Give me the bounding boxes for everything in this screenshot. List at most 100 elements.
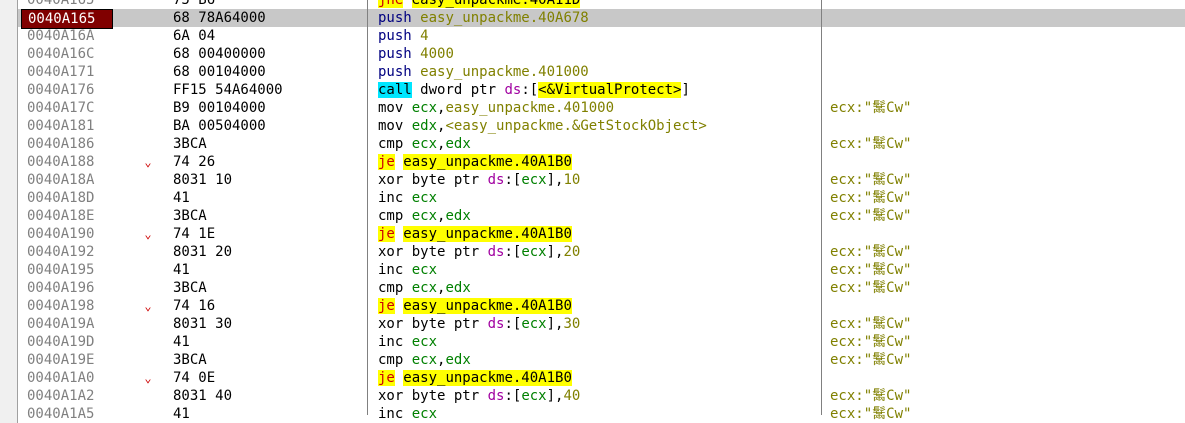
instruction[interactable]: call dword ptr ds:[<&VirtualProtect>] — [378, 81, 690, 99]
address[interactable]: 0040A192 — [21, 243, 113, 261]
breakpoint-gutter[interactable] — [0, 171, 18, 189]
disassembly-row[interactable]: 0040A171 68 00104000 push easy_unpackme.40… — [0, 63, 1185, 81]
disassembly-row[interactable]: 0040A188 ⌄ 74 26 je easy_unpackme.40A1B0 — [0, 153, 1185, 171]
address[interactable]: 0040A18E — [21, 207, 113, 225]
operand-token — [403, 190, 411, 206]
breakpoint-gutter[interactable] — [0, 117, 18, 135]
address[interactable]: 0040A18A — [21, 171, 113, 189]
disassembly-row[interactable]: 0040A190 ⌄ 74 1E je easy_unpackme.40A1B0 — [0, 225, 1185, 243]
breakpoint-gutter[interactable] — [0, 45, 18, 63]
address[interactable]: 0040A188 — [21, 153, 113, 171]
instruction[interactable]: xor byte ptr ds:[ecx],30 — [378, 315, 580, 333]
breakpoint-gutter[interactable] — [0, 315, 18, 333]
breakpoint-gutter[interactable] — [0, 243, 18, 261]
instruction[interactable]: je easy_unpackme.40A1B0 — [378, 153, 572, 171]
breakpoint-gutter[interactable] — [0, 207, 18, 225]
instruction[interactable]: inc ecx — [378, 405, 437, 423]
disassembly-row[interactable]: 0040A1A2 8031 40 xor byte ptr ds:[ecx],40 e… — [0, 387, 1185, 405]
instruction[interactable]: je easy_unpackme.40A1B0 — [378, 225, 572, 243]
disassembly-row[interactable]: 0040A18D 41 inc ecx ecx:"鬗Cw" — [0, 189, 1185, 207]
address[interactable]: 0040A196 — [21, 279, 113, 297]
instruction[interactable]: inc ecx — [378, 261, 437, 279]
disassembly-row[interactable]: 0040A16C 68 00400000 push 4000 — [0, 45, 1185, 63]
address[interactable]: 0040A16A — [21, 27, 113, 45]
address[interactable]: 0040A165 — [21, 9, 113, 29]
disassembly-row[interactable]: 0040A198 ⌄ 74 16 je easy_unpackme.40A1B0 — [0, 297, 1185, 315]
breakpoint-gutter[interactable] — [0, 153, 18, 171]
disassembly-row[interactable]: 0040A17C B9 00104000 mov ecx,easy_unpackme… — [0, 99, 1185, 117]
instruction[interactable]: cmp ecx,edx — [378, 207, 471, 225]
address[interactable]: 0040A19E — [21, 351, 113, 369]
breakpoint-gutter[interactable] — [0, 225, 18, 243]
breakpoint-gutter[interactable] — [0, 261, 18, 279]
address[interactable]: 0040A19D — [21, 333, 113, 351]
disassembly-row[interactable]: 0040A19A 8031 30 xor byte ptr ds:[ecx],30 e… — [0, 315, 1185, 333]
operand-token: ecx — [411, 406, 438, 422]
disassembly-row[interactable]: 0040A18A 8031 10 xor byte ptr ds:[ecx],10 e… — [0, 171, 1185, 189]
instruction[interactable]: je easy_unpackme.40A1B0 — [378, 297, 572, 315]
disassembly-row[interactable]: 0040A19E 3BCA cmp ecx,edx ecx:"鬗Cw" — [0, 351, 1185, 369]
disassembly-row[interactable]: 0040A165 ⌃ 75 B6 jne easy_unpackme.40A11D — [0, 0, 1185, 9]
instruction[interactable]: xor byte ptr ds:[ecx],40 — [378, 387, 580, 405]
address[interactable]: 0040A181 — [21, 117, 113, 135]
instruction[interactable]: push easy_unpackme.40A678 — [378, 9, 589, 27]
address[interactable]: 0040A17C — [21, 99, 113, 117]
address[interactable]: 0040A165 — [21, 0, 113, 9]
instruction[interactable]: jne easy_unpackme.40A11D — [378, 0, 581, 9]
breakpoint-gutter[interactable] — [0, 99, 18, 117]
instruction[interactable]: inc ecx — [378, 333, 437, 351]
breakpoint-gutter[interactable] — [0, 333, 18, 351]
address[interactable]: 0040A198 — [21, 297, 113, 315]
instruction[interactable]: cmp ecx,edx — [378, 351, 471, 369]
operand-token: byte ptr — [411, 388, 488, 404]
disassembly-row[interactable]: 0040A19D 41 inc ecx ecx:"鬗Cw" — [0, 333, 1185, 351]
breakpoint-gutter[interactable] — [0, 387, 18, 405]
instruction[interactable]: push easy_unpackme.401000 — [378, 63, 589, 81]
address[interactable]: 0040A190 — [21, 225, 113, 243]
disassembly-row[interactable]: 0040A18E 3BCA cmp ecx,edx ecx:"鬗Cw" — [0, 207, 1185, 225]
disassembly-row[interactable]: 0040A1A5 41 inc ecx ecx:"鬗Cw" — [0, 405, 1185, 423]
address[interactable]: 0040A18D — [21, 189, 113, 207]
address[interactable]: 0040A1A5 — [21, 405, 113, 423]
breakpoint-gutter[interactable] — [0, 297, 18, 315]
breakpoint-gutter[interactable] — [0, 351, 18, 369]
instruction[interactable]: je easy_unpackme.40A1B0 — [378, 369, 572, 387]
instruction[interactable]: cmp ecx,edx — [378, 135, 471, 153]
breakpoint-gutter[interactable] — [0, 0, 18, 9]
disassembly-row[interactable]: 0040A176 FF15 54A64000 call dword ptr ds:[… — [0, 81, 1185, 99]
address[interactable]: 0040A16C — [21, 45, 113, 63]
instruction[interactable]: push 4000 — [378, 45, 454, 63]
disassembly-row[interactable]: 0040A181 BA 00504000 mov edx,<easy_unpackm… — [0, 117, 1185, 135]
disassembly-row[interactable]: 0040A195 41 inc ecx ecx:"鬗Cw" — [0, 261, 1185, 279]
breakpoint-gutter[interactable] — [0, 189, 18, 207]
breakpoint-gutter[interactable] — [0, 9, 18, 27]
disassembly-row[interactable]: 0040A16A 6A 04 push 4 — [0, 27, 1185, 45]
instruction[interactable]: inc ecx — [378, 189, 437, 207]
address[interactable]: 0040A1A2 — [21, 387, 113, 405]
address[interactable]: 0040A171 — [21, 63, 113, 81]
disassembly-row[interactable]: 0040A186 3BCA cmp ecx,edx ecx:"鬗Cw" — [0, 135, 1185, 153]
disassembly-row[interactable]: 0040A165 68 78A64000 push easy_unpackme.40… — [0, 9, 1185, 29]
breakpoint-gutter[interactable] — [0, 405, 18, 423]
address[interactable]: 0040A1A0 — [21, 369, 113, 387]
breakpoint-gutter[interactable] — [0, 135, 18, 153]
instruction[interactable]: xor byte ptr ds:[ecx],10 — [378, 171, 580, 189]
disassembly-listing[interactable]: 0040A165 ⌃ 75 B6 jne easy_unpackme.40A11D 00… — [0, 0, 1185, 423]
instruction[interactable]: mov ecx,easy_unpackme.401000 — [378, 99, 614, 117]
address[interactable]: 0040A19A — [21, 315, 113, 333]
disassembly-row[interactable]: 0040A196 3BCA cmp ecx,edx ecx:"鬗Cw" — [0, 279, 1185, 297]
address[interactable]: 0040A195 — [21, 261, 113, 279]
instruction[interactable]: mov edx,<easy_unpackme.&GetStockObject> — [378, 117, 707, 135]
instruction[interactable]: cmp ecx,edx — [378, 279, 471, 297]
instruction[interactable]: push 4 — [378, 27, 429, 45]
breakpoint-gutter[interactable] — [0, 369, 18, 387]
breakpoint-gutter[interactable] — [0, 81, 18, 99]
disassembly-row[interactable]: 0040A1A0 ⌄ 74 0E je easy_unpackme.40A1B0 — [0, 369, 1185, 387]
breakpoint-gutter[interactable] — [0, 27, 18, 45]
breakpoint-gutter[interactable] — [0, 63, 18, 81]
breakpoint-gutter[interactable] — [0, 279, 18, 297]
address[interactable]: 0040A186 — [21, 135, 113, 153]
disassembly-row[interactable]: 0040A192 8031 20 xor byte ptr ds:[ecx],20 e… — [0, 243, 1185, 261]
address[interactable]: 0040A176 — [21, 81, 113, 99]
instruction[interactable]: xor byte ptr ds:[ecx],20 — [378, 243, 580, 261]
